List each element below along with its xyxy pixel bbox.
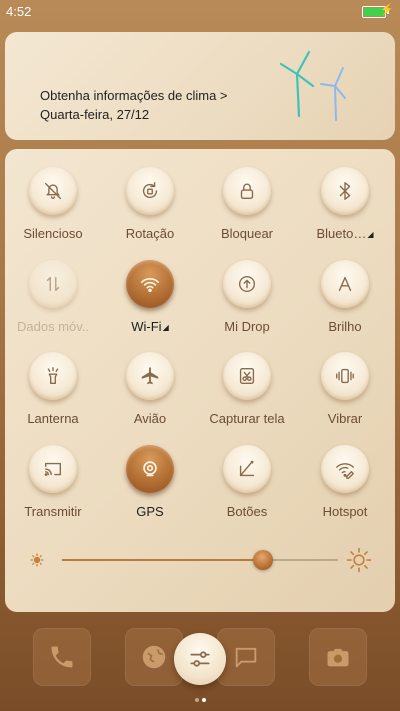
toggle-hotspot[interactable]: Hotspot — [297, 427, 393, 519]
toggle-label: Mi Drop — [224, 319, 270, 334]
toggle-label: Bloquear — [220, 226, 274, 241]
toggle-vibrar[interactable]: Vibrar — [297, 334, 393, 426]
toggle-transmitir[interactable]: Transmitir — [5, 427, 101, 519]
toggle-label: Avião — [133, 411, 167, 426]
toggle-label: Vibrar — [327, 411, 363, 426]
wind-turbine-icon — [279, 50, 346, 121]
mobile-data-icon — [29, 260, 77, 308]
browser-icon — [142, 645, 166, 669]
vibrate-icon — [321, 352, 369, 400]
toggle-mi-drop[interactable]: Mi Drop — [199, 242, 295, 334]
wifi-icon — [126, 260, 174, 308]
lock-icon — [223, 167, 271, 215]
toggle-label: GPS — [136, 504, 164, 519]
toggle-label: Silencioso — [23, 226, 83, 241]
toggle-label: Brilho — [328, 319, 362, 334]
messages-icon — [235, 647, 257, 668]
mi-drop-icon — [223, 260, 271, 308]
toggle-label: Hotspot — [322, 504, 368, 519]
toggle-label: Wi-Fi◢ — [131, 319, 169, 334]
brightness-low-icon — [30, 553, 44, 567]
page-indicator — [193, 689, 207, 707]
dock-phone[interactable] — [33, 628, 91, 686]
page-dot-active — [201, 698, 206, 702]
bluetooth-icon — [321, 167, 369, 215]
gps-icon — [126, 445, 174, 493]
buttons-off-icon — [223, 445, 271, 493]
toggle-capturar-tela[interactable]: Capturar tela — [199, 334, 295, 426]
toggle-label: Botões — [226, 504, 268, 519]
auto-brightness-icon — [321, 260, 369, 308]
weather-card[interactable]: Obtenha informações de clima > Quarta-fe… — [5, 32, 395, 140]
cast-icon — [29, 445, 77, 493]
status-bar: 4:52 ⚡ — [0, 0, 400, 24]
toggle-label: Capturar tela — [209, 411, 285, 426]
toggle-label: Blueto…◢ — [316, 226, 374, 241]
camera-icon — [327, 648, 349, 667]
toggle-rotacao[interactable]: Rotação — [102, 149, 198, 241]
brightness-high-icon — [346, 547, 372, 573]
toggle-label: Lanterna — [27, 411, 79, 426]
dock-camera[interactable] — [309, 628, 367, 686]
status-time: 4:52 — [6, 4, 32, 19]
toggle-label: Transmitir — [24, 504, 82, 519]
weather-date: Quarta-feira, 27/12 — [40, 107, 150, 122]
weather-prompt: Obtenha informações de clima > — [40, 88, 228, 103]
screenshot-icon — [223, 352, 271, 400]
airplane-icon — [126, 352, 174, 400]
toggle-bloquear[interactable]: Bloquear — [199, 149, 295, 241]
brightness-slider[interactable] — [28, 547, 372, 573]
toggle-botoes[interactable]: Botões — [199, 427, 295, 519]
hotspot-icon — [321, 445, 369, 493]
edit-toggles-button[interactable] — [174, 633, 226, 685]
toggle-label: Rotação — [125, 226, 175, 241]
page-dot — [194, 698, 199, 702]
toggle-bluetooth[interactable]: Blueto…◢ — [297, 149, 393, 241]
rotation-lock-icon — [126, 167, 174, 215]
toggle-gps[interactable]: GPS — [102, 427, 198, 519]
toggle-silencioso[interactable]: Silencioso — [5, 149, 101, 241]
toggle-wifi[interactable]: Wi-Fi◢ — [102, 242, 198, 334]
charging-icon: ⚡ — [380, 4, 394, 16]
sliders-icon — [190, 651, 210, 667]
toggle-dados-moveis[interactable]: Dados móv.. — [5, 242, 101, 334]
toggle-lanterna[interactable]: Lanterna — [5, 334, 101, 426]
flashlight-icon — [29, 352, 77, 400]
menu-indicator-icon: ◢ — [162, 323, 169, 332]
toggle-aviao[interactable]: Avião — [102, 334, 198, 426]
phone-icon — [51, 646, 73, 668]
brightness-fill — [62, 558, 264, 561]
brightness-thumb[interactable] — [253, 550, 274, 570]
menu-indicator-icon: ◢ — [367, 230, 374, 239]
bell-off-icon — [29, 167, 77, 215]
toggle-label: Dados móv.. — [16, 319, 89, 334]
toggle-brilho[interactable]: Brilho — [297, 242, 393, 334]
